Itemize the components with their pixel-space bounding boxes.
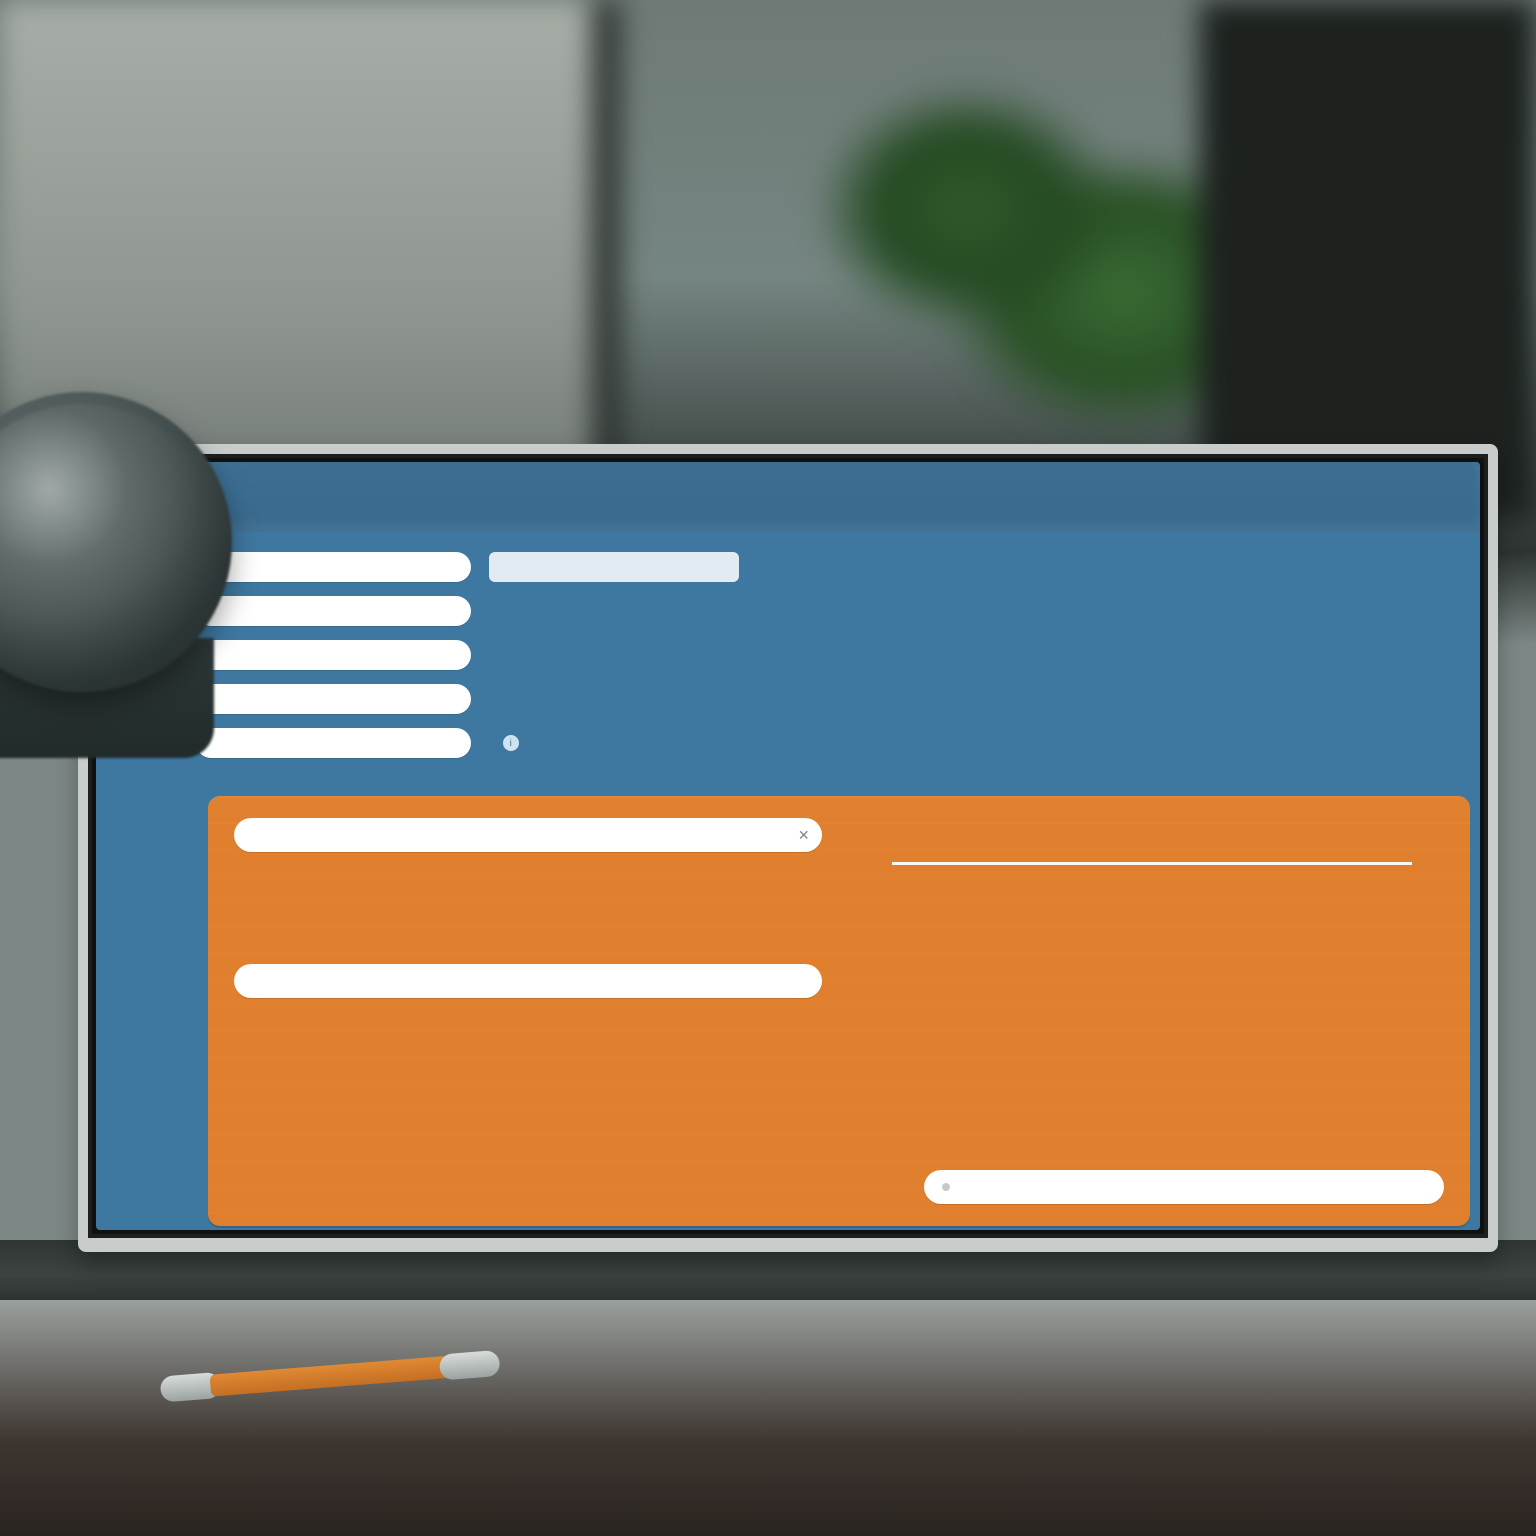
menu-column [196,552,471,758]
monitor-frame: i ✕ [78,444,1498,1252]
menu-item-5[interactable] [196,728,471,758]
orange-right-column [856,818,1444,1204]
menu-value-2 [489,596,739,626]
panel-field-2[interactable] [234,964,822,998]
menu-item-2[interactable] [196,596,471,626]
orange-panel: ✕ [208,796,1470,1226]
panel-field-1[interactable]: ✕ [234,818,822,852]
foreground-object [0,392,232,692]
status-dot-icon [942,1183,950,1191]
orange-left-column: ✕ [234,818,822,1204]
upper-blue-panel: i [96,532,1480,782]
menu-value-5: i [489,728,739,758]
menu-item-3[interactable] [196,640,471,670]
screen: i ✕ [96,462,1480,1230]
menu-item-4[interactable] [196,684,471,714]
clear-icon[interactable]: ✕ [796,827,812,843]
desk-surface [0,1300,1536,1536]
menu-item-1[interactable] [196,552,471,582]
menu-value-1 [489,552,739,582]
status-pill[interactable] [924,1170,1444,1204]
menu-value-4 [489,684,739,714]
info-icon[interactable]: i [503,735,519,751]
window-topbar [96,462,1480,532]
menu-value-3 [489,640,739,670]
right-underline-input[interactable] [892,862,1412,865]
menu-values-column: i [489,552,739,758]
upper-right-blank [757,552,1434,758]
